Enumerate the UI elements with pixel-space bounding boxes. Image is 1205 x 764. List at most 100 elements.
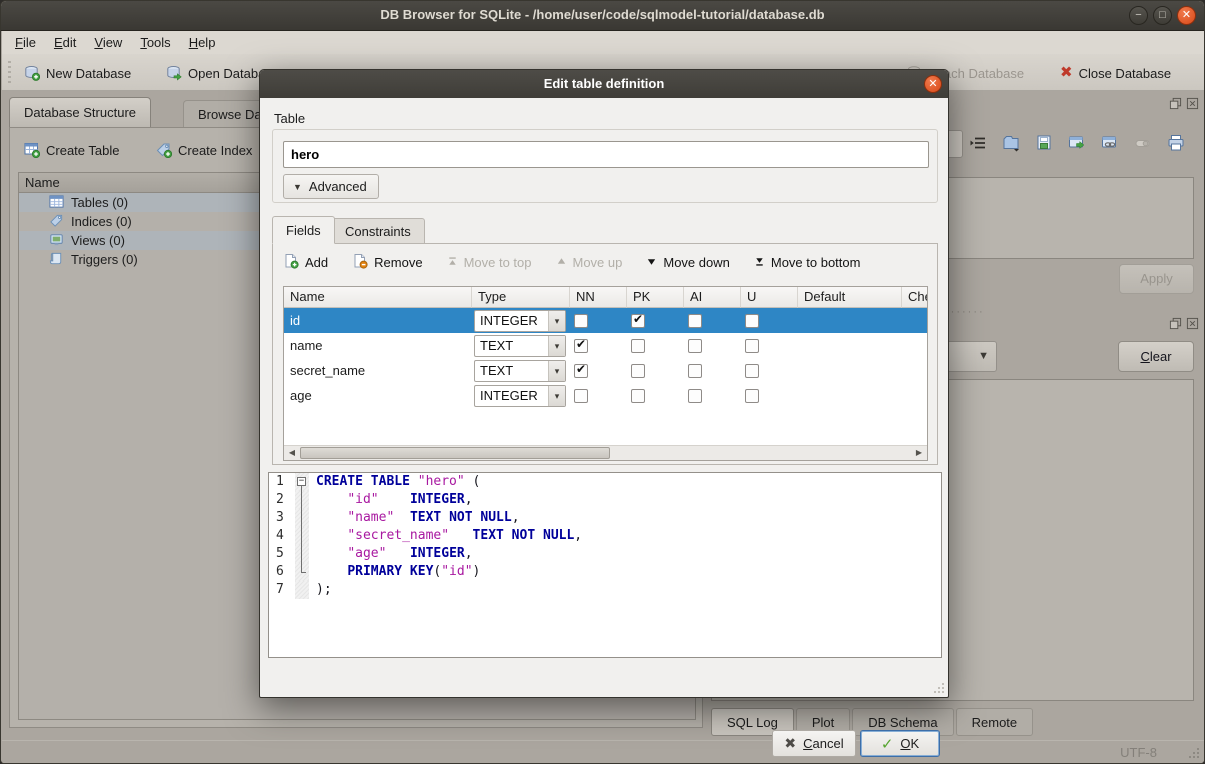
dock-float-icon[interactable]	[1169, 317, 1182, 330]
menu-item-file[interactable]: File	[6, 33, 45, 52]
menu-item-help[interactable]: Help	[180, 33, 225, 52]
fold-margin[interactable]	[295, 563, 309, 581]
column-header-ai[interactable]: AI	[684, 287, 741, 308]
create-index-button[interactable]: Create Index	[150, 137, 258, 163]
field-u-cell	[741, 389, 798, 403]
type-dropdown[interactable]: TEXT▾	[474, 335, 566, 357]
table-name-input[interactable]	[283, 141, 929, 168]
apply-button[interactable]: Apply	[1119, 264, 1194, 294]
sql-code-text: "name" TEXT NOT NULL,	[309, 509, 520, 527]
field-name-cell: name	[284, 338, 472, 353]
type-dropdown[interactable]: INTEGER▾	[474, 310, 566, 332]
menu-item-view[interactable]: View	[85, 33, 131, 52]
ai-checkbox[interactable]	[688, 364, 702, 378]
scrollbar-thumb[interactable]	[300, 447, 610, 459]
move-to-bottom-button[interactable]: Move to bottom	[754, 255, 861, 270]
move-up-button[interactable]: Move up	[556, 255, 623, 270]
bottom-tab-remote[interactable]: Remote	[956, 708, 1034, 736]
move-down-button[interactable]: Move down	[646, 255, 729, 270]
column-header-type[interactable]: Type	[472, 287, 570, 308]
fold-collapse-icon[interactable]: −	[297, 477, 306, 486]
import-cell-icon[interactable]	[1002, 134, 1020, 152]
horizontal-scrollbar[interactable]: ◀ ▶	[284, 445, 927, 460]
move-to-top-button[interactable]: Move to top	[447, 255, 532, 270]
maximize-button[interactable]: □	[1153, 6, 1172, 25]
fold-margin[interactable]	[295, 491, 309, 509]
nn-checkbox[interactable]	[574, 314, 588, 328]
move-down-icon	[646, 255, 657, 270]
dock-splitter-handle[interactable]: ·······	[945, 306, 1025, 318]
pk-checkbox[interactable]	[631, 364, 645, 378]
print-cell-icon[interactable]	[1167, 134, 1185, 152]
u-checkbox[interactable]	[745, 339, 759, 353]
column-header-check[interactable]: Check	[902, 287, 928, 308]
menu-item-edit[interactable]: Edit	[45, 33, 85, 52]
dialog-titlebar[interactable]: Edit table definition	[260, 70, 948, 98]
dock-close-icon[interactable]	[1186, 317, 1199, 330]
create-table-button[interactable]: Create Table	[18, 137, 125, 163]
pk-checkbox[interactable]	[631, 339, 645, 353]
tab-database-structure[interactable]: Database Structure	[9, 97, 151, 127]
fold-margin[interactable]	[295, 527, 309, 545]
close-window-button[interactable]: ✕	[1177, 6, 1196, 25]
menu-item-tools[interactable]: Tools	[131, 33, 179, 52]
nn-checkbox[interactable]	[574, 364, 588, 378]
scroll-left-icon[interactable]: ◀	[284, 446, 300, 460]
cancel-button[interactable]: ✖ Cancel	[772, 730, 856, 757]
ai-checkbox[interactable]	[688, 339, 702, 353]
nn-checkbox[interactable]	[574, 389, 588, 403]
field-row-age[interactable]: ageINTEGER▾	[284, 383, 927, 408]
u-checkbox[interactable]	[745, 364, 759, 378]
type-dropdown[interactable]: TEXT▾	[474, 360, 566, 382]
field-nn-cell	[570, 389, 627, 403]
column-header-u[interactable]: U	[741, 287, 798, 308]
sql-preview-editor[interactable]: 1−CREATE TABLE "hero" (2 "id" INTEGER,3 …	[268, 472, 942, 658]
scroll-right-icon[interactable]: ▶	[911, 446, 927, 460]
field-row-secret_name[interactable]: secret_nameTEXT▾	[284, 358, 927, 383]
dialog-close-button[interactable]: ✕	[924, 75, 942, 93]
tab-constraints[interactable]: Constraints	[331, 218, 425, 244]
text-mode-icon[interactable]	[969, 134, 987, 152]
toolbar-drag-handle[interactable]	[8, 61, 11, 85]
close-database-button[interactable]: ✖ Close Database	[1054, 60, 1177, 86]
column-header-name[interactable]: Name	[284, 287, 472, 308]
advanced-toggle-button[interactable]: ▼ Advanced	[283, 174, 379, 199]
field-row-id[interactable]: idINTEGER▾	[284, 308, 927, 333]
u-checkbox[interactable]	[745, 389, 759, 403]
dock-float-icon[interactable]	[1169, 97, 1182, 110]
field-row-name[interactable]: nameTEXT▾	[284, 333, 927, 358]
dock-close-icon[interactable]	[1186, 97, 1199, 110]
fold-margin[interactable]	[295, 545, 309, 563]
new-database-button[interactable]: New Database	[18, 60, 137, 86]
line-number: 2	[269, 491, 295, 509]
fold-margin[interactable]	[295, 581, 309, 599]
ok-button[interactable]: ✓ OK	[860, 730, 940, 757]
open-in-app-icon[interactable]	[1068, 134, 1086, 152]
column-header-default[interactable]: Default	[798, 287, 902, 308]
minimize-button[interactable]: −	[1129, 6, 1148, 25]
fold-margin[interactable]	[295, 509, 309, 527]
type-dropdown[interactable]: INTEGER▾	[474, 385, 566, 407]
export-cell-icon[interactable]	[1035, 134, 1053, 152]
column-header-pk[interactable]: PK	[627, 287, 684, 308]
remove-button[interactable]: Remove	[352, 253, 422, 272]
column-header-nn[interactable]: NN	[570, 287, 627, 308]
link-cell-icon[interactable]	[1101, 134, 1119, 152]
ai-checkbox[interactable]	[688, 314, 702, 328]
pk-checkbox[interactable]	[631, 389, 645, 403]
line-number: 3	[269, 509, 295, 527]
ai-checkbox[interactable]	[688, 389, 702, 403]
add-button[interactable]: Add	[283, 253, 328, 272]
menu-bar: FileEditViewToolsHelp	[2, 31, 1205, 54]
clear-button[interactable]: Clear	[1118, 341, 1194, 372]
tab-fields[interactable]: Fields	[272, 216, 335, 244]
views-icon	[49, 232, 64, 250]
dialog-resize-grip[interactable]	[942, 683, 944, 685]
u-checkbox[interactable]	[745, 314, 759, 328]
nn-checkbox[interactable]	[574, 339, 588, 353]
fold-margin[interactable]: −	[295, 473, 309, 491]
resize-grip[interactable]	[1197, 748, 1199, 750]
titlebar[interactable]: DB Browser for SQLite - /home/user/code/…	[1, 1, 1204, 31]
pk-checkbox[interactable]	[631, 314, 645, 328]
field-toolbar-label: Move to bottom	[771, 255, 861, 270]
